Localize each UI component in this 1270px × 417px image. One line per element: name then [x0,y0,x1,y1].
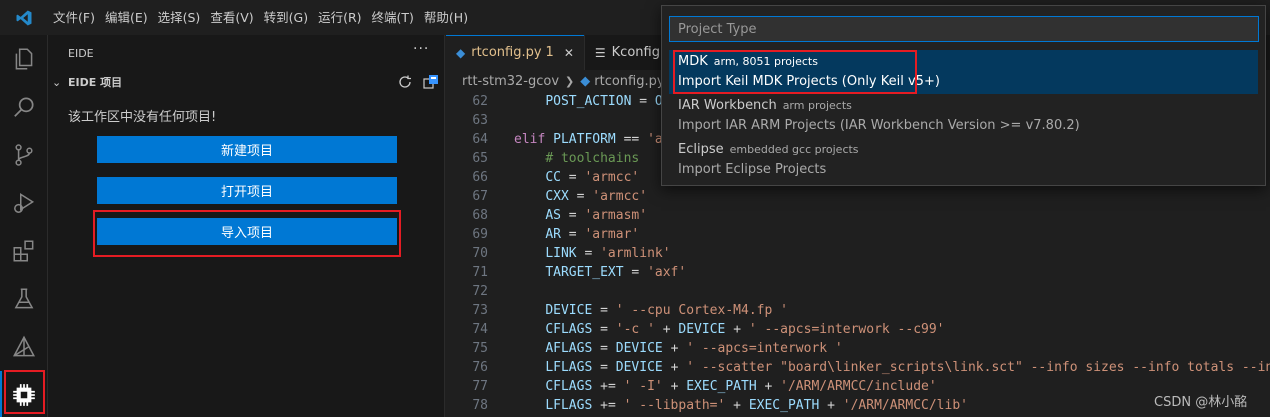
menu-go[interactable]: 转到(G) [259,0,313,35]
sidebar-title: EIDE [68,47,94,60]
code-text: POST_ACTION = O [545,94,663,109]
line-number: 68 [472,208,488,223]
item-description: arm projects [782,99,852,112]
item-label: Eclipse [678,142,724,157]
line-number: 73 [472,303,488,318]
line-number: 76 [472,360,488,375]
code-line: 69 AR = 'armar' [446,225,1270,244]
menu-run[interactable]: 运行(R) [313,0,366,35]
code-text: CC = 'armcc' [545,170,640,185]
menu-view[interactable]: 查看(V) [205,0,258,35]
annotation-box-import [93,210,401,257]
code-text: CXX = 'armcc' [545,189,648,204]
code-line: 76 LFLAGS = DEVICE + ' --scatter "board\… [446,358,1270,377]
extensions-icon[interactable] [0,227,48,275]
menu-edit[interactable]: 编辑(E) [100,0,153,35]
line-number: 71 [472,265,488,280]
new-project-button[interactable]: 新建项目 [97,136,397,163]
code-text: DEVICE = ' --cpu Cortex-M4.fp ' [545,303,788,318]
line-number: 75 [472,341,488,356]
search-icon[interactable] [0,83,48,131]
code-text: AR = 'armar' [545,227,640,242]
files-icon[interactable] [0,35,48,83]
tab-label: Kconfig [611,45,660,60]
line-number: 78 [472,398,488,413]
annotation-box-mdk [673,50,917,94]
activity-bar [0,35,48,417]
item-label: IAR Workbench [678,98,777,113]
code-text: elif PLATFORM == 'a [514,132,663,147]
code-line: 74 CFLAGS = '-c ' + DEVICE + ' --apcs=in… [446,320,1270,339]
menu-help[interactable]: 帮助(H) [419,0,473,35]
quick-pick-item-eclipse[interactable]: Eclipse embedded gcc projects Import Ecli… [669,138,1258,182]
code-text: LFLAGS += ' --libpath=' + EXEC_PATH + '/… [545,398,968,413]
item-detail: Import Eclipse Projects [678,162,827,177]
empty-workspace-message: 该工作区中没有任何项目! [68,110,217,125]
menu-file[interactable]: 文件(F) [48,0,100,35]
project-type-quick-pick: MDKarm, 8051 projects Import Keil MDK Pr… [661,5,1266,186]
line-number: 77 [472,379,488,394]
tab-kconfig[interactable]: ☰ Kconfig [584,35,671,70]
watermark: CSDN @林小酩 [1154,395,1248,410]
code-line: 67 CXX = 'armcc' [446,187,1270,206]
line-number: 70 [472,246,488,261]
breadcrumb-file[interactable]: rtconfig.py [594,74,664,89]
eide-project-section[interactable]: ⌄ EIDE 项目 [48,71,445,93]
eide-sidebar: EIDE ··· ⌄ EIDE 项目 该工作区中没有任何项目! 新建项目 打开项… [48,35,445,417]
code-line: 77 CFLAGS += ' -I' + EXEC_PATH + '/ARM/A… [446,377,1270,396]
line-number: 72 [472,284,488,299]
code-line: 70 LINK = 'armlink' [446,244,1270,263]
code-line: 73 DEVICE = ' --cpu Cortex-M4.fp ' [446,301,1270,320]
tab-rtconfig[interactable]: ◆ rtconfig.py 1 ✕ [446,35,585,70]
quick-pick-item-iar[interactable]: IAR Workbench arm projects Import IAR ARM… [669,94,1258,138]
refresh-icon[interactable] [395,72,415,92]
code-text: CFLAGS += ' -I' + EXEC_PATH + '/ARM/ARMC… [545,379,937,394]
menu-bar: 文件(F) 编辑(E) 选择(S) 查看(V) 转到(G) 运行(R) 终端(T… [48,0,473,35]
run-debug-icon[interactable] [0,179,48,227]
code-line: 72 [446,282,1270,301]
line-number: 67 [472,189,488,204]
code-line: 68 AS = 'armasm' [446,206,1270,225]
line-number: 62 [472,94,488,109]
python-file-icon: ◆ [580,73,591,89]
new-workspace-icon[interactable] [421,72,441,92]
open-project-button[interactable]: 打开项目 [97,177,397,204]
line-number: 64 [472,132,488,147]
section-title: EIDE 项目 [68,76,123,89]
menu-selection[interactable]: 选择(S) [153,0,206,35]
chevron-right-icon: ❯ [565,74,575,88]
code-text: LFLAGS = DEVICE + ' --scatter "board\lin… [545,360,1270,375]
line-number: 74 [472,322,488,337]
tab-label: rtconfig.py [471,45,542,60]
problem-count-badge: 1 [545,45,554,60]
close-icon[interactable]: ✕ [564,46,574,60]
line-number: 66 [472,170,488,185]
code-line: 78 LFLAGS += ' --libpath=' + EXEC_PATH +… [446,396,1270,415]
chevron-down-icon: ⌄ [52,75,62,89]
more-actions-button[interactable]: ··· [413,41,429,57]
breadcrumb-folder[interactable]: rtt-stm32-gcov [462,74,559,89]
code-text: # toolchains [545,151,640,166]
line-number: 65 [472,151,488,166]
cmake-icon[interactable] [0,323,48,371]
code-text: AFLAGS = DEVICE + ' --apcs=interwork ' [545,341,843,356]
python-file-icon: ◆ [456,45,466,60]
code-text: AS = 'armasm' [545,208,648,223]
annotation-box-chip [4,370,45,414]
line-number: 63 [472,113,488,128]
file-icon: ☰ [594,45,606,60]
item-description: embedded gcc projects [729,143,859,156]
line-number: 69 [472,227,488,242]
testing-icon[interactable] [0,275,48,323]
code-text: TARGET_EXT = 'axf' [545,265,687,280]
code-text: LINK = 'armlink' [545,246,671,261]
code-text: CFLAGS = '-c ' + DEVICE + ' --apcs=inter… [545,322,945,337]
vscode-logo-icon [0,0,48,35]
project-type-input[interactable] [669,16,1259,42]
menu-terminal[interactable]: 终端(T) [367,0,419,35]
source-control-icon[interactable] [0,131,48,179]
code-line: 71 TARGET_EXT = 'axf' [446,263,1270,282]
code-line: 75 AFLAGS = DEVICE + ' --apcs=interwork … [446,339,1270,358]
item-detail: Import IAR ARM Projects (IAR Workbench V… [678,118,1080,133]
